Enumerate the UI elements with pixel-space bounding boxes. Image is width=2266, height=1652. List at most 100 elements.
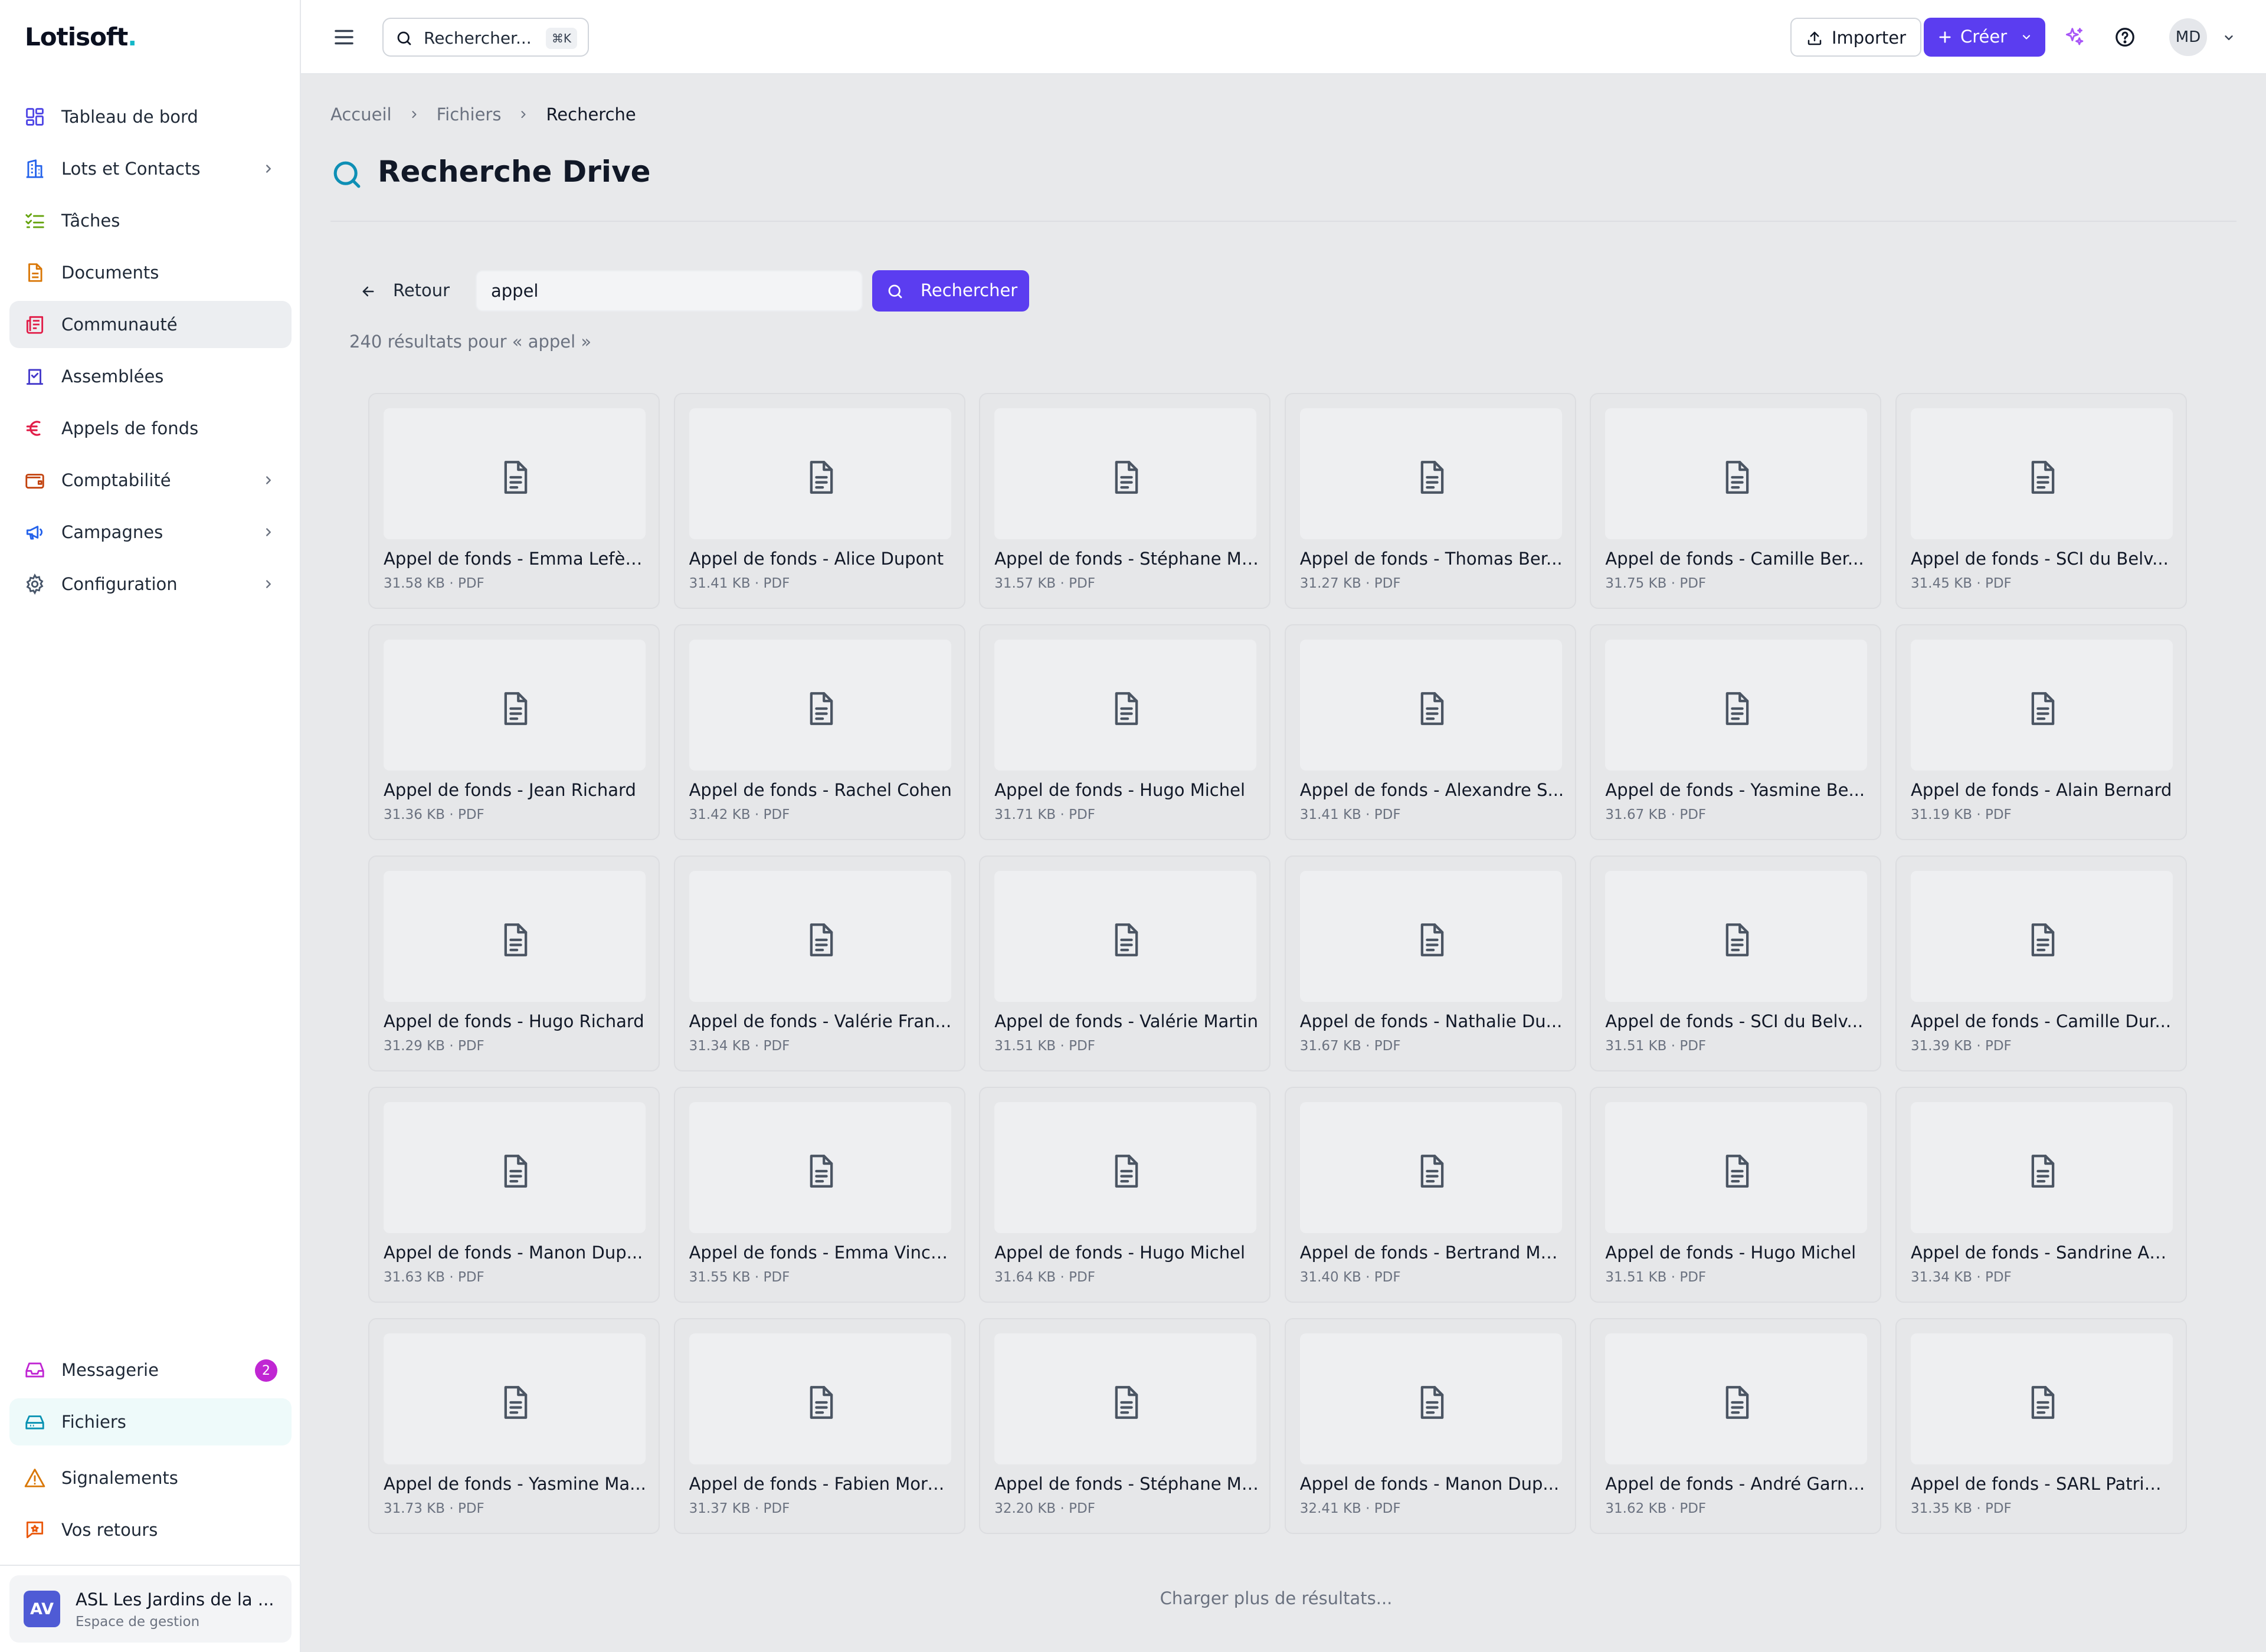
file-card[interactable]: Appel de fonds - Hugo Michel 31.71 KB · P… [979, 624, 1271, 840]
sidebar-item-label: Fichiers [61, 1412, 126, 1432]
sidebar-item-appels-de-fonds[interactable]: Appels de fonds [9, 405, 292, 452]
file-document-icon [2028, 1153, 2058, 1189]
sidebar-item-campagnes[interactable]: Campagnes [9, 509, 292, 556]
file-document-icon [2028, 691, 2058, 726]
import-label: Importer [1832, 28, 1907, 48]
file-card[interactable]: Appel de fonds - Manon Dup... 32.41 KB · … [1284, 1318, 1576, 1534]
user-menu-chevron-icon[interactable] [2222, 31, 2235, 44]
file-card[interactable]: Appel de fonds - Hugo Michel 31.51 KB · P… [1590, 1087, 1882, 1303]
help-icon[interactable] [2114, 26, 2136, 48]
file-card[interactable]: Appel de fonds - Thomas Ber... 31.27 KB ·… [1284, 393, 1576, 609]
file-meta: 31.19 KB · PDF [1911, 807, 2012, 822]
file-thumbnail [384, 1102, 646, 1233]
file-card[interactable]: Appel de fonds - Hugo Richard 31.29 KB · … [368, 856, 660, 1071]
file-card[interactable]: Appel de fonds - Rachel Cohen 31.42 KB · … [673, 624, 965, 840]
file-card[interactable]: Appel de fonds - Jean Richard 31.36 KB · … [368, 624, 660, 840]
sidebar-item-comptabilite[interactable]: Comptabilité [9, 457, 292, 504]
org-avatar: AV [24, 1591, 60, 1627]
file-card[interactable]: Appel de fonds - SARL Patrim... 31.35 KB … [1895, 1318, 2187, 1534]
file-document-icon [500, 1385, 531, 1420]
sidebar-item-label: Appels de fonds [61, 418, 199, 438]
file-card[interactable]: Appel de fonds - Alice Dupont 31.41 KB · … [673, 393, 965, 609]
file-thumbnail [689, 1333, 951, 1464]
file-card[interactable]: Appel de fonds - Valérie Martin 31.51 KB … [979, 856, 1271, 1071]
file-thumbnail [1605, 1333, 1868, 1464]
breadcrumb: Accueil Fichiers Recherche [330, 103, 636, 126]
sidebar-item-tableau-de-bord[interactable]: Tableau de bord [9, 93, 292, 140]
file-card[interactable]: Appel de fonds - SCI du Belv... 31.45 KB … [1895, 393, 2187, 609]
file-thumbnail [1299, 408, 1562, 539]
sidebar-item-fichiers[interactable]: Fichiers [9, 1398, 292, 1446]
chevron-right-icon [262, 162, 275, 175]
file-thumbnail [689, 1102, 951, 1233]
file-card[interactable]: Appel de fonds - Fabien More... 31.37 KB … [673, 1318, 965, 1534]
file-card[interactable]: Appel de fonds - Emma Lefèvre 31.58 KB · … [368, 393, 660, 609]
plus-icon [1937, 29, 1953, 45]
sidebar: Lotisoft. Tableau de bord Lots et Contact… [0, 0, 301, 1652]
file-card[interactable]: Appel de fonds - SCI du Belv... 31.51 KB … [1590, 856, 1882, 1071]
file-name: Appel de fonds - André Garnier [1605, 1474, 1870, 1494]
file-card[interactable]: Appel de fonds - Camille Ber... 31.75 KB … [1590, 393, 1882, 609]
sparkles-icon[interactable] [2063, 26, 2085, 48]
breadcrumb-current: Recherche [546, 104, 636, 124]
file-card[interactable]: Appel de fonds - Hugo Michel 31.64 KB · P… [979, 1087, 1271, 1303]
file-document-icon [500, 460, 531, 495]
drive-search-input[interactable] [476, 270, 863, 312]
file-thumbnail [1911, 408, 2173, 539]
unread-badge: 2 [255, 1359, 277, 1382]
file-card[interactable]: Appel de fonds - Sandrine An... 31.34 KB … [1895, 1087, 2187, 1303]
file-name: Appel de fonds - Valérie Martin [994, 1011, 1258, 1031]
sidebar-item-communaute[interactable]: Communauté [9, 301, 292, 348]
file-document-icon [1722, 460, 1753, 495]
sidebar-item-assemblees[interactable]: Assemblées [9, 353, 292, 400]
file-card[interactable]: Appel de fonds - Stéphane Mi... 31.57 KB … [979, 393, 1271, 609]
user-avatar[interactable]: MD [2169, 18, 2207, 56]
file-document-icon [1111, 691, 1142, 726]
file-card[interactable]: Appel de fonds - Emma Vincent 31.55 KB · … [673, 1087, 965, 1303]
file-document-icon [1111, 922, 1142, 958]
megaphone-icon [24, 521, 46, 543]
file-document-icon [2028, 1385, 2058, 1420]
sidebar-item-vos-retours[interactable]: Vos retours [9, 1506, 292, 1553]
back-button[interactable]: Retour [349, 270, 458, 312]
sidebar-item-lots-et-contacts[interactable]: Lots et Contacts [9, 145, 292, 192]
sidebar-item-documents[interactable]: Documents [9, 249, 292, 296]
app-logo[interactable]: Lotisoft. [25, 22, 137, 51]
global-search-button[interactable]: Rechercher... ⌘K [382, 18, 589, 57]
sidebar-item-messagerie[interactable]: Messagerie 2 [9, 1346, 292, 1394]
file-meta: 31.67 KB · PDF [1299, 1038, 1401, 1054]
menu-toggle-icon[interactable] [332, 25, 356, 50]
sidebar-item-signalements[interactable]: Signalements [9, 1454, 292, 1502]
file-thumbnail [1299, 1102, 1562, 1233]
file-thumbnail [384, 408, 646, 539]
create-button[interactable]: Créer [1924, 18, 2045, 57]
chevron-right-icon [518, 109, 529, 120]
organization-switcher[interactable]: AV ASL Les Jardins de la ... Espace de g… [9, 1575, 292, 1643]
file-card[interactable]: Appel de fonds - Yasmine Ma... 31.73 KB ·… [368, 1318, 660, 1534]
arrow-left-icon [360, 283, 376, 300]
file-meta: 31.71 KB · PDF [994, 807, 1095, 822]
file-card[interactable]: Appel de fonds - Alexandre S... 31.41 KB … [1284, 624, 1576, 840]
breadcrumb-files[interactable]: Fichiers [437, 104, 502, 124]
file-card[interactable]: Appel de fonds - Stéphane Mi... 32.20 KB … [979, 1318, 1271, 1534]
file-card[interactable]: Appel de fonds - Alain Bernard 31.19 KB ·… [1895, 624, 2187, 840]
org-name: ASL Les Jardins de la ... [76, 1589, 274, 1610]
file-name: Appel de fonds - Thomas Ber... [1299, 549, 1563, 569]
sidebar-item-taches[interactable]: Tâches [9, 197, 292, 244]
file-card[interactable]: Appel de fonds - Bertrand Ma... 31.40 KB … [1284, 1087, 1576, 1303]
load-more-button[interactable]: Charger plus de résultats... [1121, 1588, 1431, 1618]
file-document-icon [1722, 922, 1753, 958]
file-card[interactable]: Appel de fonds - Camille Dur... 31.39 KB … [1895, 856, 2187, 1071]
file-card[interactable]: Appel de fonds - Nathalie Du... 31.67 KB … [1284, 856, 1576, 1071]
sidebar-item-configuration[interactable]: Configuration [9, 560, 292, 608]
breadcrumb-home[interactable]: Accueil [330, 104, 392, 124]
file-name: Appel de fonds - Yasmine Ma... [384, 1474, 646, 1494]
file-name: Appel de fonds - Rachel Cohen [689, 780, 952, 800]
import-button[interactable]: Importer [1790, 18, 1921, 57]
search-submit-button[interactable]: Rechercher [872, 270, 1029, 312]
file-card[interactable]: Appel de fonds - Manon Dup... 31.63 KB · … [368, 1087, 660, 1303]
file-card[interactable]: Appel de fonds - André Garnier 31.62 KB ·… [1590, 1318, 1882, 1534]
file-card[interactable]: Appel de fonds - Valérie Fran... 31.34 KB… [673, 856, 965, 1071]
file-card[interactable]: Appel de fonds - Yasmine Be... 31.67 KB ·… [1590, 624, 1882, 840]
file-thumbnail [994, 871, 1257, 1002]
